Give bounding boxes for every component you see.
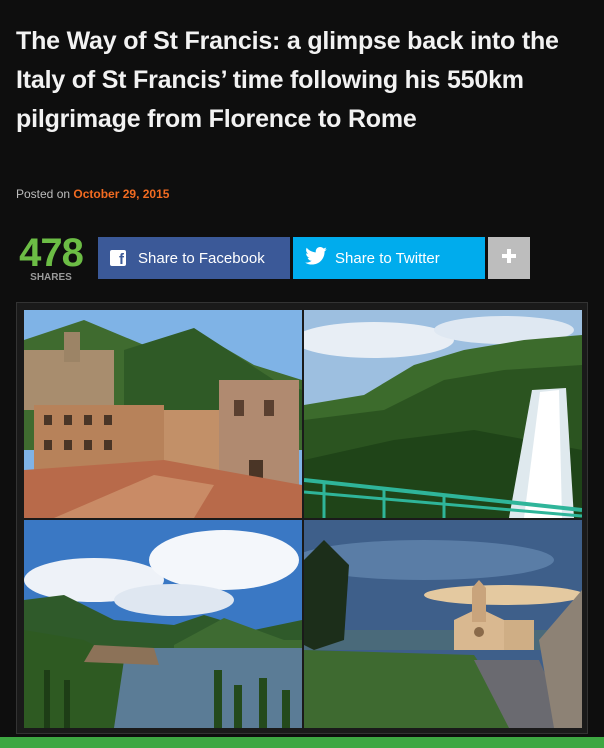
share-twitter-label: Share to Twitter <box>335 249 440 267</box>
photo-collage <box>16 302 588 734</box>
photo-waterfall[interactable] <box>304 310 582 518</box>
plus-icon <box>501 248 517 268</box>
photo-lake[interactable] <box>24 520 302 728</box>
article-title: The Way of St Francis: a glimpse back in… <box>16 27 559 133</box>
post-date-link[interactable]: October 29, 2015 <box>73 187 169 201</box>
share-count: 478 <box>19 231 84 275</box>
posted-prefix: Posted on <box>16 187 71 201</box>
more-share-options-button[interactable] <box>488 237 530 279</box>
footer-strip <box>0 737 604 748</box>
facebook-icon: f <box>110 250 126 267</box>
post-meta: Posted on October 29, 2015 <box>16 187 169 201</box>
share-facebook-label: Share to Facebook <box>138 249 265 267</box>
twitter-bird-icon <box>305 247 327 269</box>
photo-hill-town[interactable] <box>24 310 302 518</box>
share-counter: 478 SHARES <box>14 232 88 284</box>
share-facebook-button[interactable]: f Share to Facebook <box>98 237 290 279</box>
share-twitter-button[interactable]: Share to Twitter <box>293 237 485 279</box>
photo-basilica[interactable] <box>304 520 582 728</box>
